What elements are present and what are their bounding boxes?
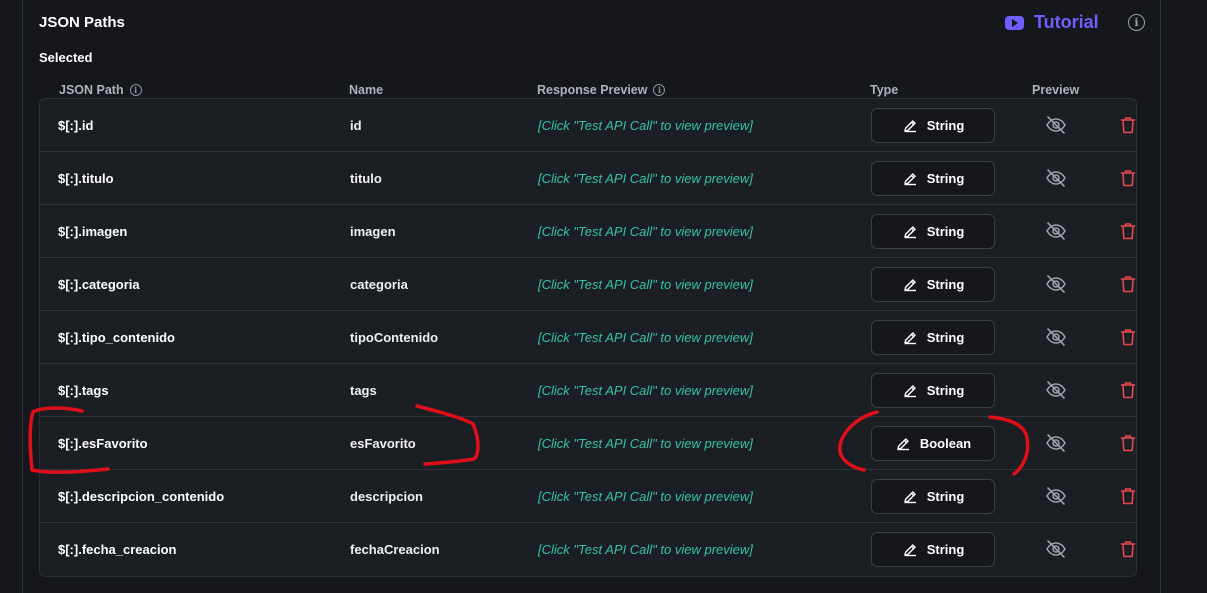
json-path-cell: $[:].titulo [58, 170, 114, 186]
pencil-icon [902, 330, 918, 346]
response-preview-cell: [Click "Test API Call" to view preview] [538, 435, 753, 451]
name-cell: esFavorito [350, 435, 416, 451]
header-preview: Preview [1032, 83, 1080, 97]
eye-off-icon[interactable] [1045, 168, 1067, 188]
json-path-cell: $[:].categoria [58, 276, 140, 292]
json-path-cell: $[:].tipo_contenido [58, 329, 175, 345]
table-row: $[:].tipo_contenido tipoContenido [Click "… [40, 311, 1136, 364]
name-cell: fechaCreacion [350, 541, 440, 557]
tutorial-label: Tutorial [1034, 12, 1099, 32]
trash-icon[interactable] [1120, 540, 1136, 558]
type-select-button[interactable]: String [871, 161, 995, 196]
eye-off-icon[interactable] [1045, 433, 1067, 453]
pencil-icon [902, 542, 918, 558]
trash-icon[interactable] [1120, 487, 1136, 505]
table-row: $[:].descripcion_contenido descripcion [Cl… [40, 470, 1136, 523]
pencil-icon [902, 489, 918, 505]
json-path-cell: $[:].fecha_creacion [58, 541, 177, 557]
header-json-path: JSON Path i [59, 83, 142, 97]
response-preview-cell: [Click "Test API Call" to view preview] [538, 223, 753, 239]
pencil-icon [902, 171, 918, 187]
name-cell: imagen [350, 223, 396, 239]
header-response-preview-label: Response Preview [537, 83, 648, 97]
youtube-icon [1005, 15, 1024, 30]
header-type: Type [870, 83, 899, 97]
name-cell: tags [350, 382, 377, 398]
response-preview-cell: [Click "Test API Call" to view preview] [538, 276, 753, 292]
type-select-button[interactable]: String [871, 267, 995, 302]
header-name: Name [349, 83, 384, 97]
header-response-preview: Response Preview i [537, 83, 666, 97]
type-select-button[interactable]: String [871, 108, 995, 143]
type-select-button[interactable]: String [871, 214, 995, 249]
response-preview-info-icon[interactable]: i [653, 84, 666, 96]
table-row: $[:].tags tags [Click "Test API Call" to v… [40, 364, 1136, 417]
eye-off-icon[interactable] [1045, 327, 1067, 347]
response-preview-cell: [Click "Test API Call" to view preview] [538, 382, 753, 398]
type-label: String [926, 542, 965, 557]
table-row: $[:].fecha_creacion fechaCreacion [Click "… [40, 523, 1136, 576]
name-cell: id [350, 117, 362, 133]
json-paths-table: $[:].id id [Click "Test API Call" to view … [39, 98, 1137, 577]
response-preview-cell: [Click "Test API Call" to view preview] [538, 488, 753, 504]
pencil-icon [902, 277, 918, 293]
eye-off-icon[interactable] [1045, 274, 1067, 294]
tutorial-link[interactable]: Tutorial [1005, 12, 1099, 33]
type-label: String [926, 224, 965, 239]
trash-icon[interactable] [1120, 169, 1136, 187]
table-row: $[:].categoria categoria [Click "Test API … [40, 258, 1136, 311]
trash-icon[interactable] [1120, 116, 1136, 134]
type-select-button[interactable]: String [871, 532, 995, 567]
name-cell: titulo [350, 170, 382, 186]
json-path-cell: $[:].descripcion_contenido [58, 488, 225, 504]
trash-icon[interactable] [1120, 381, 1136, 399]
trash-icon[interactable] [1120, 434, 1136, 452]
type-label: String [926, 383, 965, 398]
eye-off-icon[interactable] [1045, 380, 1067, 400]
json-path-cell: $[:].imagen [58, 223, 128, 239]
json-path-cell: $[:].esFavorito [58, 435, 148, 451]
info-icon[interactable]: i [1128, 14, 1145, 31]
eye-off-icon[interactable] [1045, 221, 1067, 241]
table-row: $[:].esFavorito esFavorito [Click "Test AP… [40, 417, 1136, 470]
json-paths-panel: JSON Paths Tutorial i Selected JSON Path… [22, 0, 1161, 593]
name-cell: descripcion [350, 488, 423, 504]
type-select-button[interactable]: String [871, 373, 995, 408]
json-path-cell: $[:].id [58, 117, 94, 133]
selected-label: Selected [39, 50, 93, 65]
type-select-button[interactable]: String [871, 320, 995, 355]
type-label: String [926, 330, 965, 345]
response-preview-cell: [Click "Test API Call" to view preview] [538, 541, 753, 557]
json-path-info-icon[interactable]: i [129, 84, 142, 96]
trash-icon[interactable] [1120, 275, 1136, 293]
name-cell: tipoContenido [350, 329, 439, 345]
pencil-icon [895, 436, 911, 452]
pencil-icon [902, 383, 918, 399]
response-preview-cell: [Click "Test API Call" to view preview] [538, 170, 753, 186]
table-row: $[:].imagen imagen [Click "Test API Call" … [40, 205, 1136, 258]
pencil-icon [902, 224, 918, 240]
panel-title: JSON Paths [39, 14, 125, 31]
json-path-cell: $[:].tags [58, 382, 109, 398]
trash-icon[interactable] [1120, 222, 1136, 240]
type-label: Boolean [919, 436, 972, 451]
table-row: $[:].titulo titulo [Click "Test API Call" … [40, 152, 1136, 205]
trash-icon[interactable] [1120, 328, 1136, 346]
type-label: String [926, 489, 965, 504]
type-label: String [926, 277, 965, 292]
type-select-button[interactable]: Boolean [871, 426, 995, 461]
type-label: String [926, 118, 965, 133]
eye-off-icon[interactable] [1045, 115, 1067, 135]
table-row: $[:].id id [Click "Test API Call" to view … [40, 99, 1136, 152]
eye-off-icon[interactable] [1045, 539, 1067, 559]
type-select-button[interactable]: String [871, 479, 995, 514]
header-json-path-label: JSON Path [59, 83, 124, 97]
pencil-icon [902, 118, 918, 134]
response-preview-cell: [Click "Test API Call" to view preview] [538, 329, 753, 345]
type-label: String [926, 171, 965, 186]
eye-off-icon[interactable] [1045, 486, 1067, 506]
response-preview-cell: [Click "Test API Call" to view preview] [538, 117, 753, 133]
name-cell: categoria [350, 276, 408, 292]
